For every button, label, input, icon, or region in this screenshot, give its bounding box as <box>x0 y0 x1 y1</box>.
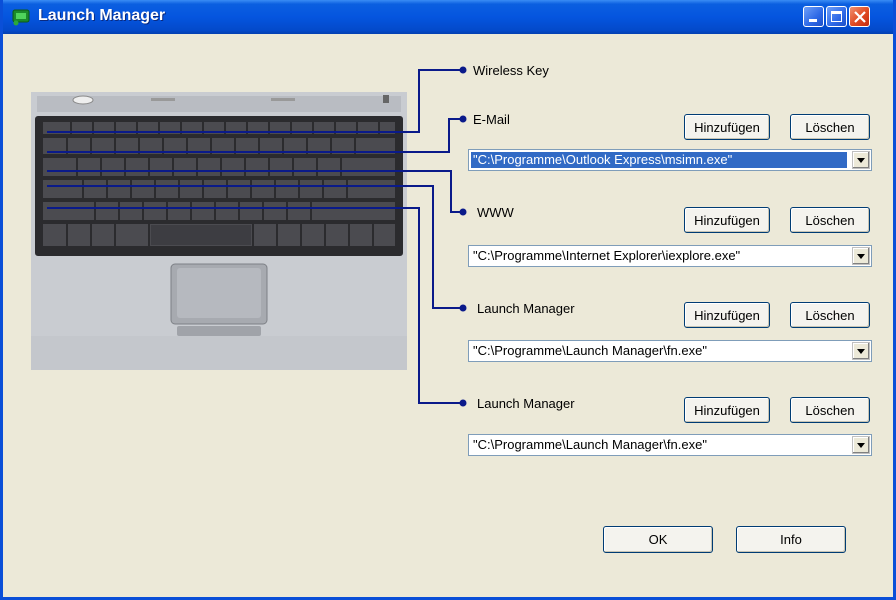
launch-manager-1-dropdown-button[interactable] <box>852 342 870 360</box>
info-button[interactable]: Info <box>736 526 846 553</box>
launch-manager-window: Launch Manager Wireless Key E-Mail Hinzu… <box>0 0 896 600</box>
chevron-down-icon <box>857 254 865 259</box>
www-key-label: WWW <box>477 205 514 220</box>
www-delete-button[interactable]: Löschen <box>790 207 870 233</box>
launch-manager-key-1-label: Launch Manager <box>477 301 575 316</box>
launch-manager-2-add-button[interactable]: Hinzufügen <box>684 397 770 423</box>
launch-manager-2-program-select[interactable]: "C:\Programme\Launch Manager\fn.exe" <box>468 434 872 456</box>
chevron-down-icon <box>857 443 865 448</box>
email-dropdown-button[interactable] <box>852 151 870 169</box>
chevron-down-icon <box>857 158 865 163</box>
key-connector-lines <box>47 66 467 407</box>
www-add-button[interactable]: Hinzufügen <box>684 207 770 233</box>
www-program-select[interactable]: "C:\Programme\Internet Explorer\iexplore… <box>468 245 872 267</box>
launch-manager-2-program-path: "C:\Programme\Launch Manager\fn.exe" <box>473 437 707 452</box>
email-add-button[interactable]: Hinzufügen <box>684 114 770 140</box>
chevron-down-icon <box>857 349 865 354</box>
email-program-select[interactable]: "C:\Programme\Outlook Express\msimn.exe" <box>468 149 872 171</box>
launch-manager-2-delete-button[interactable]: Löschen <box>790 397 870 423</box>
www-dropdown-button[interactable] <box>852 247 870 265</box>
email-key-label: E-Mail <box>473 112 510 127</box>
wireless-key-label: Wireless Key <box>473 63 549 78</box>
launch-manager-1-program-select[interactable]: "C:\Programme\Launch Manager\fn.exe" <box>468 340 872 362</box>
email-program-path: "C:\Programme\Outlook Express\msimn.exe" <box>471 152 847 168</box>
email-delete-button[interactable]: Löschen <box>790 114 870 140</box>
launch-manager-1-delete-button[interactable]: Löschen <box>790 302 870 328</box>
launch-manager-1-program-path: "C:\Programme\Launch Manager\fn.exe" <box>473 343 707 358</box>
launch-manager-1-add-button[interactable]: Hinzufügen <box>684 302 770 328</box>
ok-button[interactable]: OK <box>603 526 713 553</box>
launch-manager-key-2-label: Launch Manager <box>477 396 575 411</box>
launch-manager-2-dropdown-button[interactable] <box>852 436 870 454</box>
www-program-path: "C:\Programme\Internet Explorer\iexplore… <box>473 248 741 263</box>
